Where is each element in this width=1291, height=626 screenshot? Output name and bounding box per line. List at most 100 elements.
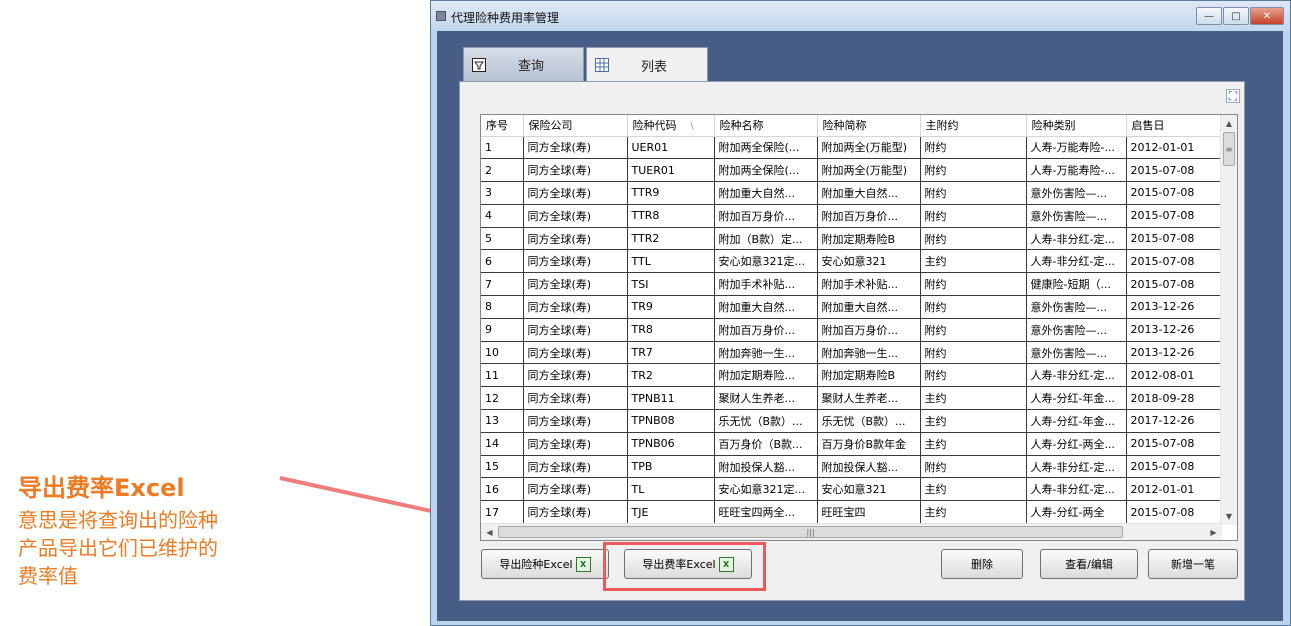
annotation-line: 产品导出它们已维护的 — [18, 536, 218, 560]
table-row[interactable]: 4 同方全球(寿) TTR8 附加百万身价... 附加百万身价... 附约 意外伤害险—..… — [481, 204, 1223, 228]
excel-icon: X — [718, 556, 734, 572]
table-cell: 人寿-万能寿险-... — [1026, 158, 1127, 183]
minimize-button[interactable]: — — [1196, 7, 1222, 25]
table-cell: 附加重大自然... — [817, 181, 921, 205]
view-edit-button[interactable]: 查看/编辑 — [1040, 549, 1138, 579]
table-cell: 14 — [481, 432, 524, 456]
table-cell: 乐无忧（B款）... — [817, 409, 921, 433]
table-cell: 安心如意321 — [817, 249, 921, 274]
table-cell: 2015-07-08 — [1126, 181, 1223, 205]
table-row[interactable]: 2 同方全球(寿) TUER01 附加两全保险(... 附加两全(万能型) 附约 人寿-万能… — [481, 158, 1223, 183]
vertical-scroll-thumb[interactable]: ≡ — [1223, 132, 1235, 166]
funnel-icon — [472, 57, 486, 72]
table-cell: UER01 — [627, 136, 715, 160]
table-cell: 聚财人生养老... — [817, 386, 921, 411]
column-header[interactable]: 险种简称 — [817, 115, 921, 137]
table-cell: 7 — [481, 272, 524, 297]
column-header[interactable]: 启售日 — [1126, 115, 1223, 137]
table-row[interactable]: 15 同方全球(寿) TPB 附加投保人豁... 附加投保人豁... 附约 人寿-非分红-定… — [481, 455, 1223, 479]
table-row[interactable]: 14 同方全球(寿) TPNB06 百万身价（B款... 百万身价B款年金 主约 人寿-分红… — [481, 432, 1223, 456]
tab-query[interactable]: 查询 — [463, 47, 584, 81]
title-bar[interactable]: 代理险种费用率管理 — □ ✕ — [431, 1, 1290, 31]
table-cell: 意外伤害险—... — [1026, 341, 1127, 365]
table-cell: 附加两全保险(... — [714, 136, 818, 160]
table-cell: 附加重大自然... — [714, 181, 818, 205]
add-new-button[interactable]: 新增一笔 — [1148, 549, 1238, 579]
column-header[interactable]: 序号 — [481, 115, 524, 137]
table-cell: 附加重大自然... — [817, 295, 921, 319]
table-row[interactable]: 3 同方全球(寿) TTR9 附加重大自然... 附加重大自然... 附约 意外伤害险—..… — [481, 181, 1223, 205]
vertical-scrollbar[interactable]: ▲ ≡ ▼ — [1220, 115, 1237, 525]
tab-list[interactable]: 列表 — [586, 47, 708, 82]
table-cell: 主约 — [920, 409, 1027, 433]
close-button[interactable]: ✕ — [1250, 7, 1284, 25]
export-product-excel-button[interactable]: 导出险种Excel X — [481, 549, 609, 579]
table-cell: 2015-07-08 — [1126, 272, 1223, 297]
table-cell: 11 — [481, 363, 524, 388]
column-header[interactable]: 险种代码 \ — [627, 115, 715, 137]
table-cell: 附加手术补贴... — [817, 272, 921, 297]
scroll-up-icon[interactable]: ▲ — [1221, 115, 1237, 132]
table-cell: 15 — [481, 455, 524, 479]
table-row[interactable]: 5 同方全球(寿) TTR2 附加（B款）定... 附加定期寿险B 附约 人寿-非分红-定.… — [481, 227, 1223, 251]
table-cell: 附约 — [920, 158, 1027, 183]
table-cell: 2013-12-26 — [1126, 295, 1223, 319]
table-cell: 3 — [481, 181, 524, 205]
table-row[interactable]: 17 同方全球(寿) TJE 旺旺宝四两全... 旺旺宝四 主约 人寿-分红-两全 2015-… — [481, 500, 1223, 525]
table-cell: TSI — [627, 272, 715, 297]
app-icon — [436, 11, 446, 21]
table-cell: 人寿-非分红-定... — [1026, 227, 1127, 251]
table-cell: 2015-07-08 — [1126, 204, 1223, 228]
expand-icon[interactable]: ⛶ — [1226, 89, 1240, 103]
table-cell: 2015-07-08 — [1126, 500, 1223, 525]
table-cell: 8 — [481, 295, 524, 319]
column-header[interactable]: 保险公司 — [523, 115, 628, 137]
column-header-label: 险种代码 — [632, 119, 677, 133]
table-cell: 意外伤害险—... — [1026, 204, 1127, 228]
table-cell: 2013-12-26 — [1126, 341, 1223, 365]
table-row[interactable]: 10 同方全球(寿) TR7 附加奔驰一生... 附加奔驰一生... 附约 意外伤害险—..… — [481, 341, 1223, 365]
table-cell: 附加奔驰一生... — [714, 341, 818, 365]
export-rate-excel-button[interactable]: 导出费率Excel X — [624, 549, 752, 579]
table-cell: 4 — [481, 204, 524, 228]
table-cell: 附约 — [920, 363, 1027, 388]
scroll-right-icon[interactable]: ▶ — [1205, 524, 1222, 540]
horizontal-scroll-thumb[interactable]: ||| — [498, 526, 1123, 538]
table-cell: 附约 — [920, 341, 1027, 365]
column-header[interactable]: 险种类别 — [1026, 115, 1127, 137]
table-cell: TPNB08 — [627, 409, 715, 433]
table-cell: TR7 — [627, 341, 715, 365]
table-cell: 2012-01-01 — [1126, 477, 1223, 502]
table-cell: 2012-08-01 — [1126, 363, 1223, 388]
table-row[interactable]: 8 同方全球(寿) TR9 附加重大自然... 附加重大自然... 附约 意外伤害险—...… — [481, 295, 1223, 319]
results-table: 序号 保险公司 险种代码 \ 险种名称 险种简称 主附约 险种类别 启售日 1 同方… — [481, 115, 1223, 525]
maximize-button[interactable]: □ — [1223, 7, 1249, 25]
table-row[interactable]: 13 同方全球(寿) TPNB08 乐无忧（B款）... 乐无忧（B款）... 主约 人寿-… — [481, 409, 1223, 433]
horizontal-scrollbar[interactable]: ◀ ||| ▶ — [481, 523, 1222, 540]
annotation-line: 费率值 — [18, 564, 78, 588]
table-cell: TR8 — [627, 318, 715, 342]
table-cell: 主约 — [920, 249, 1027, 274]
delete-button[interactable]: 删除 — [941, 549, 1023, 579]
table-row[interactable]: 9 同方全球(寿) TR8 附加百万身价... 附加百万身价... 附约 意外伤害险—...… — [481, 318, 1223, 342]
table-cell: 同方全球(寿) — [523, 386, 628, 411]
table-row[interactable]: 6 同方全球(寿) TTL 安心如意321定... 安心如意321 主约 人寿-非分红-定.… — [481, 249, 1223, 274]
column-header[interactable]: 险种名称 — [714, 115, 818, 137]
table-row[interactable]: 7 同方全球(寿) TSI 附加手术补贴... 附加手术补贴... 附约 健康险-短期（..… — [481, 272, 1223, 297]
tab-query-label: 查询 — [518, 59, 545, 74]
data-grid[interactable]: 序号 保险公司 险种代码 \ 险种名称 险种简称 主附约 险种类别 启售日 1 同方… — [480, 114, 1238, 541]
table-row[interactable]: 1 同方全球(寿) UER01 附加两全保险(... 附加两全(万能型) 附约 人寿-万能寿… — [481, 136, 1223, 160]
table-row[interactable]: 16 同方全球(寿) TL 安心如意321定... 安心如意321 主约 人寿-非分红-定.… — [481, 477, 1223, 502]
table-row[interactable]: 11 同方全球(寿) TR2 附加定期寿险... 附加定期寿险B 附约 人寿-非分红-定..… — [481, 363, 1223, 388]
scroll-left-icon[interactable]: ◀ — [481, 524, 498, 540]
table-cell: 人寿-分红-年金... — [1026, 386, 1127, 411]
column-header[interactable]: 主附约 — [920, 115, 1027, 137]
table-cell: 同方全球(寿) — [523, 363, 628, 388]
screenshot-stage: 导出费率Excel 意思是将查询出的险种 产品导出它们已维护的 费率值 代理险种… — [0, 0, 1291, 626]
table-cell: 同方全球(寿) — [523, 477, 628, 502]
table-cell: 附加百万身价... — [817, 204, 921, 228]
scroll-down-icon[interactable]: ▼ — [1221, 508, 1237, 525]
table-cell: 附约 — [920, 136, 1027, 160]
table-cell: TJE — [627, 500, 715, 525]
table-row[interactable]: 12 同方全球(寿) TPNB11 聚财人生养老... 聚财人生养老... 主约 人寿-分红… — [481, 386, 1223, 411]
